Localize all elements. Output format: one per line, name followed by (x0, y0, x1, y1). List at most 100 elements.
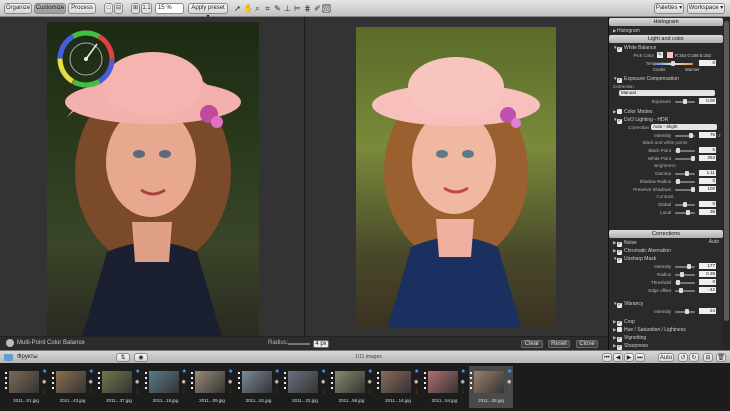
star-icon[interactable]: ★ (461, 368, 466, 375)
vignetting-row[interactable]: ▶✓ Vignetting (613, 334, 721, 342)
thumbnail-item[interactable]: ★ ◉ ⋮ 2011...01.jpg (4, 366, 48, 408)
radius-value[interactable]: 4 px (313, 340, 329, 348)
star-icon[interactable]: ★ (89, 368, 94, 375)
lighting-intensity-slider[interactable] (675, 133, 695, 138)
filter-button[interactable]: ◉ (134, 353, 148, 362)
thumbnail-item[interactable]: ★ ◉ ⋮ 2011...37.jpg (97, 366, 141, 408)
star-icon[interactable]: ★ (182, 368, 187, 375)
level-icon[interactable]: ⊥ (283, 4, 292, 13)
noise-row[interactable]: ▶✓ Noise Auto (613, 239, 721, 247)
prev-image-button[interactable]: ◀ (613, 353, 623, 362)
zoom-icon[interactable]: ⌕ (253, 4, 262, 13)
crop-icon[interactable]: ⌗ (263, 4, 272, 13)
thumbnail-item[interactable]: ★ ◉ ⋮ 2011...28.jpg (469, 366, 513, 408)
unsharp-threshold-value[interactable]: 0 (699, 279, 716, 285)
global-contrast-slider[interactable] (675, 202, 695, 207)
exposure-correction-select[interactable]: Manual (619, 90, 715, 96)
exposure-slider[interactable] (675, 99, 695, 104)
star-icon[interactable]: ★ (228, 368, 233, 375)
rotate-left-button[interactable]: ↺ (678, 353, 688, 362)
compare-button[interactable]: ⊟ (703, 353, 713, 362)
white-point-value[interactable]: 254 (699, 155, 716, 161)
chromatic-row[interactable]: ▶✓ Chromatic Aberration (613, 247, 721, 255)
unsharp-radius-slider[interactable] (675, 272, 695, 277)
color-balance-icon[interactable]: ◎ (322, 4, 331, 13)
eyedropper-icon[interactable]: ✎ (273, 4, 282, 13)
workspace-button[interactable]: Workspace ▾ (687, 3, 725, 14)
thumbnail-item[interactable]: ★ ◉ ⋮ 2011...22.jpg (283, 366, 327, 408)
hand-icon[interactable]: ✋ (243, 4, 253, 13)
temperature-slider[interactable] (653, 61, 693, 66)
panel-scrollbar[interactable] (723, 17, 730, 350)
thumbnail-item[interactable]: ★ ◉ ⋮ 2011...43.jpg (51, 366, 95, 408)
preserve-shadows-value[interactable]: 100 (699, 186, 716, 192)
reset-button[interactable]: Reset (548, 340, 570, 348)
white-balance-row[interactable]: ▼✓ White Balance (613, 44, 721, 52)
fit-view-button[interactable]: ⊞ (131, 3, 140, 14)
local-contrast-value[interactable]: 38 (699, 209, 716, 215)
unsharp-intensity-slider[interactable] (675, 264, 695, 269)
single-view-button[interactable]: □ (104, 3, 113, 14)
color-wheel-icon[interactable] (57, 30, 115, 88)
global-contrast-value[interactable]: 0 (699, 201, 716, 207)
thumbnail-item[interactable]: ★ ◉ ⋮ 2011...15.jpg (144, 366, 188, 408)
auto-button[interactable]: Auto (658, 353, 674, 362)
thumbnail-item[interactable]: ★ ◉ ⋮ 2011...56.jpg (330, 366, 374, 408)
black-point-value[interactable]: 5 (699, 147, 716, 153)
panel-scroll-thumb[interactable] (724, 21, 729, 321)
shadow-radius-slider[interactable] (675, 179, 695, 184)
gamma-value[interactable]: 1.11 (699, 170, 716, 176)
pointer-icon[interactable]: ➚ (233, 4, 242, 13)
close-button[interactable]: Close (576, 340, 598, 348)
histogram-header[interactable]: Histogram (609, 18, 723, 26)
crop-row[interactable]: ▶✓ Crop (613, 318, 721, 326)
star-icon[interactable]: ★ (42, 368, 47, 375)
vibrancy-row[interactable]: ▼✓ Vibrancy (613, 300, 721, 308)
trash-icon[interactable]: 🗑 (716, 353, 726, 362)
color-modes-row[interactable]: ▶ Color Modes (613, 108, 721, 115)
black-point-slider[interactable] (675, 148, 695, 153)
gamma-slider[interactable] (675, 171, 695, 176)
last-image-button[interactable]: ⏭ (635, 353, 645, 362)
dxo-lighting-row[interactable]: ▼✓ DxO Lighting - HDR (613, 116, 721, 124)
thumbnail-item[interactable]: ★ ◉ ⋮ 2011...54.jpg (423, 366, 467, 408)
edge-offset-slider[interactable] (675, 288, 695, 293)
thumbnail-item[interactable]: ★ ◉ ⋮ 2011...09.jpg (190, 366, 234, 408)
tab-organize[interactable]: Organize (4, 3, 32, 14)
reset-icon[interactable]: ↺ (717, 132, 721, 139)
brush-icon[interactable]: ✐ (313, 4, 322, 13)
color-modes-checkbox[interactable] (617, 109, 622, 114)
palettes-button[interactable]: Palettes ▾ (654, 3, 684, 14)
vibrancy-intensity-value[interactable]: 24 (699, 308, 716, 314)
star-icon[interactable]: ★ (507, 368, 512, 375)
unsharp-threshold-slider[interactable] (675, 280, 695, 285)
exposure-value[interactable]: 0.00 (699, 98, 716, 104)
unsharp-row[interactable]: ▼✓ Unsharp Mask (613, 255, 721, 263)
edge-offset-value[interactable]: -42 (699, 287, 716, 293)
vibrancy-intensity-slider[interactable] (675, 309, 695, 314)
eyedropper-pick-icon[interactable]: ✎ (657, 52, 663, 58)
exposure-row[interactable]: ▼✓ Exposure Compensation (613, 75, 721, 83)
hsl-row[interactable]: ▶ Hue / Saturation / Lightness (613, 326, 721, 333)
unsharp-radius-value[interactable]: 0.39 (699, 271, 716, 277)
preserve-shadows-slider[interactable] (675, 187, 695, 192)
rotate-right-button[interactable]: ↻ (689, 353, 699, 362)
star-icon[interactable]: ★ (368, 368, 373, 375)
zoom-select[interactable]: 15 % (155, 3, 184, 14)
lighting-intensity-value[interactable]: 75 (699, 132, 716, 138)
first-image-button[interactable]: ⏮ (602, 353, 612, 362)
thumbnail-item[interactable]: ★ ◉ ⋮ 2011...14.jpg (376, 366, 420, 408)
next-image-button[interactable]: ▶ (624, 353, 634, 362)
lighting-correction-select[interactable]: Auto - Slight (651, 124, 717, 130)
unsharp-intensity-value[interactable]: 177 (699, 263, 716, 269)
split-view-button[interactable]: ⊟ (114, 3, 123, 14)
perspective-icon[interactable]: ⊨ (293, 4, 302, 13)
light-color-header[interactable]: Light and color (609, 35, 723, 43)
grid-icon[interactable]: ⋕ (303, 4, 312, 13)
clear-button[interactable]: Clear (521, 340, 543, 348)
thumbnail-item[interactable]: ★ ◉ ⋮ 2011...51.jpg (237, 366, 281, 408)
star-icon[interactable]: ★ (321, 368, 326, 375)
star-icon[interactable]: ★ (414, 368, 419, 375)
tab-process[interactable]: Process (68, 3, 96, 14)
folder-name[interactable]: Фрукты (17, 354, 38, 360)
